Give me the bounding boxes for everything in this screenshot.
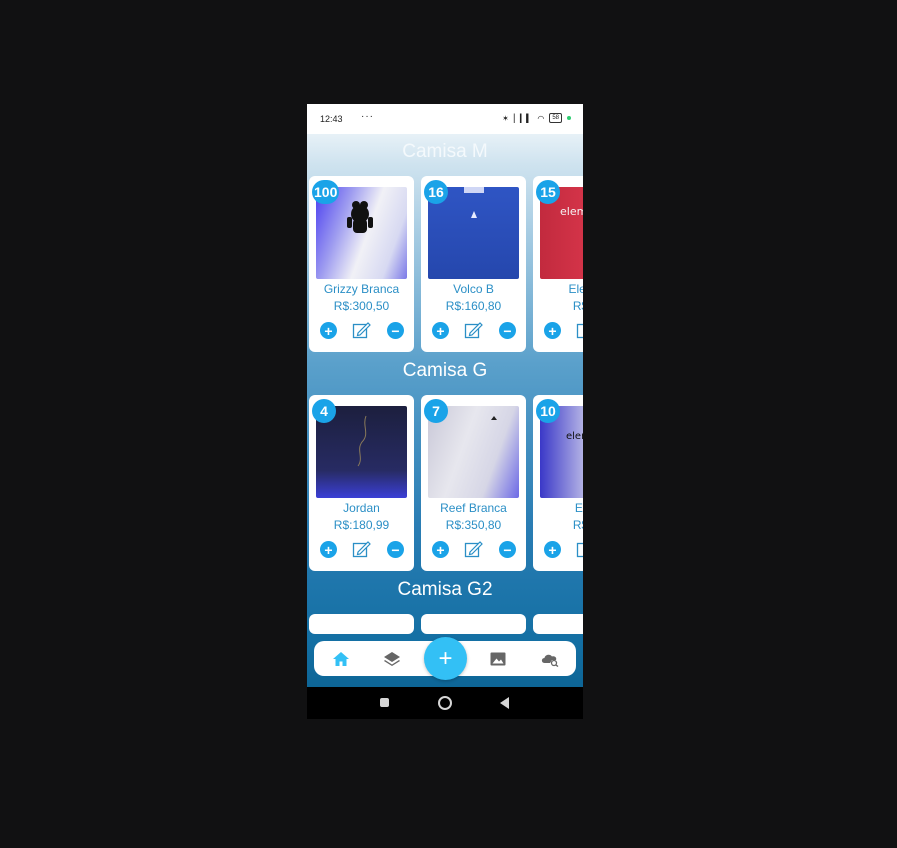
- add-button[interactable]: +: [424, 637, 467, 680]
- section-title: Camisa G: [402, 360, 488, 381]
- product-card[interactable]: eler 10 Eler R$:2 +: [533, 395, 583, 571]
- product-price: R$:160,80: [445, 299, 502, 313]
- bluetooth-icon: ✶: [502, 113, 509, 123]
- increase-button[interactable]: +: [544, 322, 561, 339]
- status-bar: 12:43 ··· ✶ ▏▎▍ ◠ 58: [307, 104, 583, 134]
- product-name: Reef Branca: [440, 501, 507, 515]
- increase-button[interactable]: +: [320, 322, 337, 339]
- quantity-badge: 16: [424, 180, 448, 204]
- product-price: R$:300,50: [333, 299, 390, 313]
- quantity-badge: 10: [536, 399, 560, 423]
- product-card[interactable]: 16 Volco B R$:160,80 + −: [421, 176, 526, 352]
- product-card[interactable]: 4 Jordan R$:180,99 + −: [309, 395, 414, 571]
- phone-screen: 12:43 ··· ✶ ▏▎▍ ◠ 58 Camisa M 100 Grizzy…: [307, 104, 583, 719]
- product-name: Volco B: [453, 282, 494, 296]
- svg-text:elem: elem: [560, 205, 583, 218]
- product-card[interactable]: [533, 614, 583, 634]
- battery-icon: 58: [549, 113, 562, 123]
- section-title: Camisa G2: [397, 579, 493, 600]
- increase-button[interactable]: +: [544, 541, 561, 558]
- edit-icon[interactable]: [352, 540, 371, 559]
- home-icon[interactable]: [332, 651, 350, 667]
- back-button[interactable]: [500, 697, 510, 709]
- product-name: Grizzy Branca: [323, 282, 400, 296]
- product-card[interactable]: elem 15 Eleme R$:1 +: [533, 176, 583, 352]
- product-price: R$:2: [572, 518, 583, 532]
- product-price: R$:180,99: [333, 518, 390, 532]
- layers-icon[interactable]: [383, 651, 401, 667]
- product-card[interactable]: 7 Reef Branca R$:350,80 + −: [421, 395, 526, 571]
- recent-apps-button[interactable]: [380, 698, 389, 707]
- edit-icon[interactable]: [464, 321, 483, 340]
- increase-button[interactable]: +: [432, 322, 449, 339]
- quantity-badge: 7: [424, 399, 448, 423]
- system-navigation-bar: [307, 687, 583, 719]
- product-card[interactable]: [309, 614, 414, 634]
- increase-button[interactable]: +: [432, 541, 449, 558]
- signal-icon: ▏▎▍: [513, 113, 533, 123]
- product-price: R$:350,80: [445, 518, 502, 532]
- edit-icon[interactable]: [464, 540, 483, 559]
- increase-button[interactable]: +: [320, 541, 337, 558]
- product-card[interactable]: 100 Grizzy Branca R$:300,50 + −: [309, 176, 414, 352]
- product-name: Jordan: [343, 501, 380, 515]
- decrease-button[interactable]: −: [499, 541, 516, 558]
- cloud-search-icon[interactable]: [540, 651, 560, 667]
- image-icon[interactable]: [489, 651, 507, 667]
- home-system-button[interactable]: [438, 696, 452, 710]
- product-card[interactable]: [421, 614, 526, 634]
- svg-text:eler: eler: [566, 431, 583, 442]
- product-name: Eler: [574, 501, 583, 515]
- edit-icon[interactable]: [576, 540, 583, 559]
- status-icons: ✶ ▏▎▍ ◠ 58: [502, 113, 571, 123]
- decrease-button[interactable]: −: [499, 322, 516, 339]
- quantity-badge: 15: [536, 180, 560, 204]
- status-time: 12:43: [320, 114, 343, 124]
- more-notifications-icon: ···: [361, 111, 374, 122]
- edit-icon[interactable]: [352, 321, 371, 340]
- quantity-badge: 100: [312, 180, 340, 204]
- decrease-button[interactable]: −: [387, 322, 404, 339]
- product-price: R$:1: [572, 299, 583, 313]
- privacy-indicator-icon: [567, 116, 571, 120]
- edit-icon[interactable]: [576, 321, 583, 340]
- quantity-badge: 4: [312, 399, 336, 423]
- wifi-icon: ◠: [537, 113, 545, 123]
- decrease-button[interactable]: −: [387, 541, 404, 558]
- product-name: Eleme: [568, 282, 583, 296]
- section-title: Camisa M: [402, 141, 488, 162]
